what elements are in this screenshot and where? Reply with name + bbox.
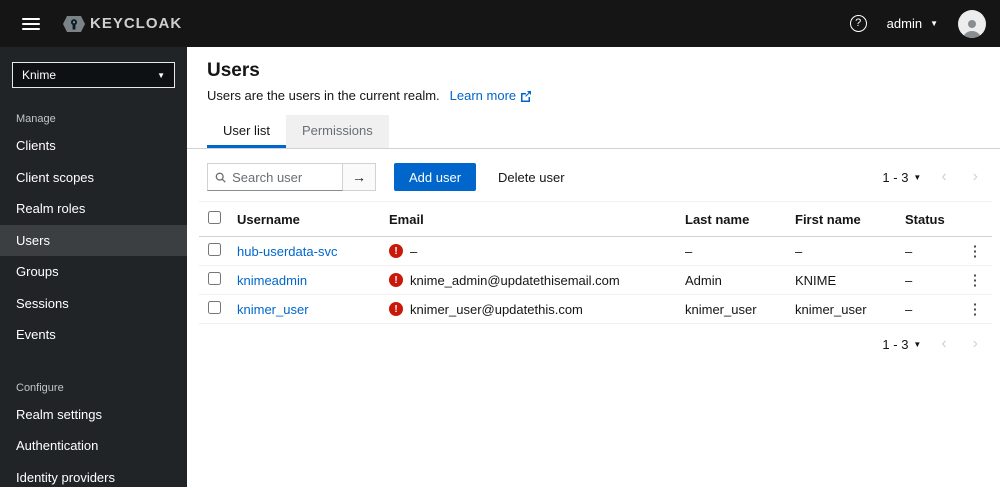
delete-user-button[interactable]: Delete user xyxy=(484,170,578,185)
last-name-value: knimer_user xyxy=(677,294,787,324)
sidebar-item-sessions[interactable]: Sessions xyxy=(0,288,187,320)
brand-text: KEYCLOAK xyxy=(90,15,183,32)
next-page-button[interactable]: › xyxy=(973,336,978,352)
sidebar-item-users[interactable]: Users xyxy=(0,224,187,257)
users-table-wrap: Username Email Last name First name Stat… xyxy=(187,201,1000,324)
sidebar-item-authentication[interactable]: Authentication xyxy=(0,430,187,462)
email-warning-icon: ! xyxy=(389,244,403,258)
row-checkbox[interactable] xyxy=(207,243,221,256)
realm-selector-label: Knime xyxy=(22,68,57,82)
search-icon xyxy=(215,172,226,183)
learn-more-label: Learn more xyxy=(449,88,517,103)
learn-more-link[interactable]: Learn more xyxy=(450,88,532,103)
username-link[interactable]: knimer_user xyxy=(237,302,309,317)
username-link[interactable]: hub-userdata-svc xyxy=(237,244,337,259)
col-last-name: Last name xyxy=(677,201,787,237)
last-name-value: – xyxy=(677,236,787,266)
email-value: knime_admin@updatethisemail.com xyxy=(410,272,620,288)
nav-toggle-icon[interactable] xyxy=(22,17,40,30)
table-row: hub-userdata-svc ! – – – – ⋮ xyxy=(199,236,992,266)
sidebar-item-events[interactable]: Events xyxy=(0,319,187,351)
help-icon[interactable]: ? xyxy=(849,15,867,32)
realm-selector[interactable]: Knime ▼ xyxy=(12,62,175,88)
nav-section-label: Manage xyxy=(16,113,56,125)
pagination-range: 1 - 3 xyxy=(882,336,909,352)
users-table: Username Email Last name First name Stat… xyxy=(199,201,992,324)
row-kebab-menu[interactable]: ⋮ xyxy=(968,244,983,259)
status-value: – xyxy=(897,265,958,295)
external-link-icon xyxy=(521,90,532,102)
keycloak-logo-icon xyxy=(62,15,86,33)
last-name-value: Admin xyxy=(677,265,787,295)
chevron-down-icon: ▼ xyxy=(157,70,165,80)
col-email: Email xyxy=(381,201,677,237)
table-header-row: Username Email Last name First name Stat… xyxy=(199,201,992,237)
sidebar-item-realm-settings[interactable]: Realm settings xyxy=(0,399,187,431)
sidebar: Knime ▼ Manage Clients Client scopes Rea… xyxy=(0,47,187,487)
email-value: knimer_user@updatethis.com xyxy=(410,301,583,317)
sidebar-item-realm-roles[interactable]: Realm roles xyxy=(0,193,187,225)
arrow-right-icon: → xyxy=(352,169,366,185)
first-name-value: – xyxy=(787,236,897,266)
status-value: – xyxy=(897,294,958,324)
sidebar-item-clients[interactable]: Clients xyxy=(0,130,187,162)
sidebar-item-client-scopes[interactable]: Client scopes xyxy=(0,162,187,194)
prev-page-button[interactable]: ‹ xyxy=(941,336,946,352)
first-name-value: KNIME xyxy=(787,265,897,295)
table-row: knimer_user ! knimer_user@updatethis.com … xyxy=(199,294,992,324)
row-kebab-menu[interactable]: ⋮ xyxy=(968,273,983,288)
search-box xyxy=(207,163,343,191)
row-kebab-menu[interactable]: ⋮ xyxy=(968,302,983,317)
chevron-down-icon: ▼ xyxy=(913,172,922,182)
user-dropdown[interactable]: admin ▼ xyxy=(887,16,938,31)
table-row: knimeadmin ! knime_admin@updatethisemail.… xyxy=(199,265,992,295)
search-input[interactable] xyxy=(232,169,335,185)
col-status: Status xyxy=(897,201,958,237)
pagination-top: 1 - 3 ▼ ‹ › xyxy=(882,169,982,185)
avatar[interactable] xyxy=(958,9,986,38)
email-warning-icon: ! xyxy=(389,273,403,287)
pagination-menu[interactable]: 1 - 3 ▼ xyxy=(882,170,921,185)
sidebar-item-identity-providers[interactable]: Identity providers xyxy=(0,462,187,487)
nav-section-configure: Configure Realm settings Authentication … xyxy=(0,373,187,487)
keycloak-brand[interactable]: KEYCLOAK xyxy=(62,15,182,33)
prev-page-button[interactable]: ‹ xyxy=(941,169,946,185)
user-avatar-icon xyxy=(963,19,981,38)
pagination-range: 1 - 3 xyxy=(882,169,909,185)
toolbar: → Add user Delete user 1 - 3 ▼ ‹ › xyxy=(187,149,1000,201)
username-link[interactable]: knimeadmin xyxy=(237,273,307,288)
row-checkbox[interactable] xyxy=(207,301,221,314)
pagination-bottom: 1 - 3 ▼ ‹ › xyxy=(882,336,982,352)
username-label: admin xyxy=(886,16,923,31)
next-page-button[interactable]: › xyxy=(973,169,978,185)
col-first-name: First name xyxy=(787,201,897,237)
page-subtitle: Users are the users in the current realm… xyxy=(207,88,440,103)
masthead: KEYCLOAK ? admin ▼ xyxy=(0,0,1000,47)
sidebar-item-groups[interactable]: Groups xyxy=(0,256,187,288)
add-user-button[interactable]: Add user xyxy=(394,163,477,191)
row-checkbox[interactable] xyxy=(207,272,221,285)
page-title: Users xyxy=(207,60,260,81)
pagination-menu[interactable]: 1 - 3 ▼ xyxy=(882,337,921,352)
nav-section-label: Configure xyxy=(16,381,64,394)
status-value: – xyxy=(897,236,958,266)
chevron-down-icon: ▼ xyxy=(913,339,922,349)
nav-section-manage: Manage Clients Client scopes Realm roles… xyxy=(0,104,187,351)
tab-permissions[interactable]: Permissions xyxy=(285,115,389,148)
search-submit-button[interactable]: → xyxy=(343,163,376,191)
col-username: Username xyxy=(229,201,381,237)
first-name-value: knimer_user xyxy=(787,294,897,324)
email-warning-icon: ! xyxy=(389,302,403,316)
tab-user-list[interactable]: User list xyxy=(207,115,286,148)
chevron-down-icon: ▼ xyxy=(930,19,938,28)
main-content: Users Users are the users in the current… xyxy=(187,47,1000,487)
select-all-checkbox[interactable] xyxy=(207,211,221,224)
email-value: – xyxy=(410,243,418,259)
tab-bar: User list Permissions xyxy=(187,115,1000,149)
